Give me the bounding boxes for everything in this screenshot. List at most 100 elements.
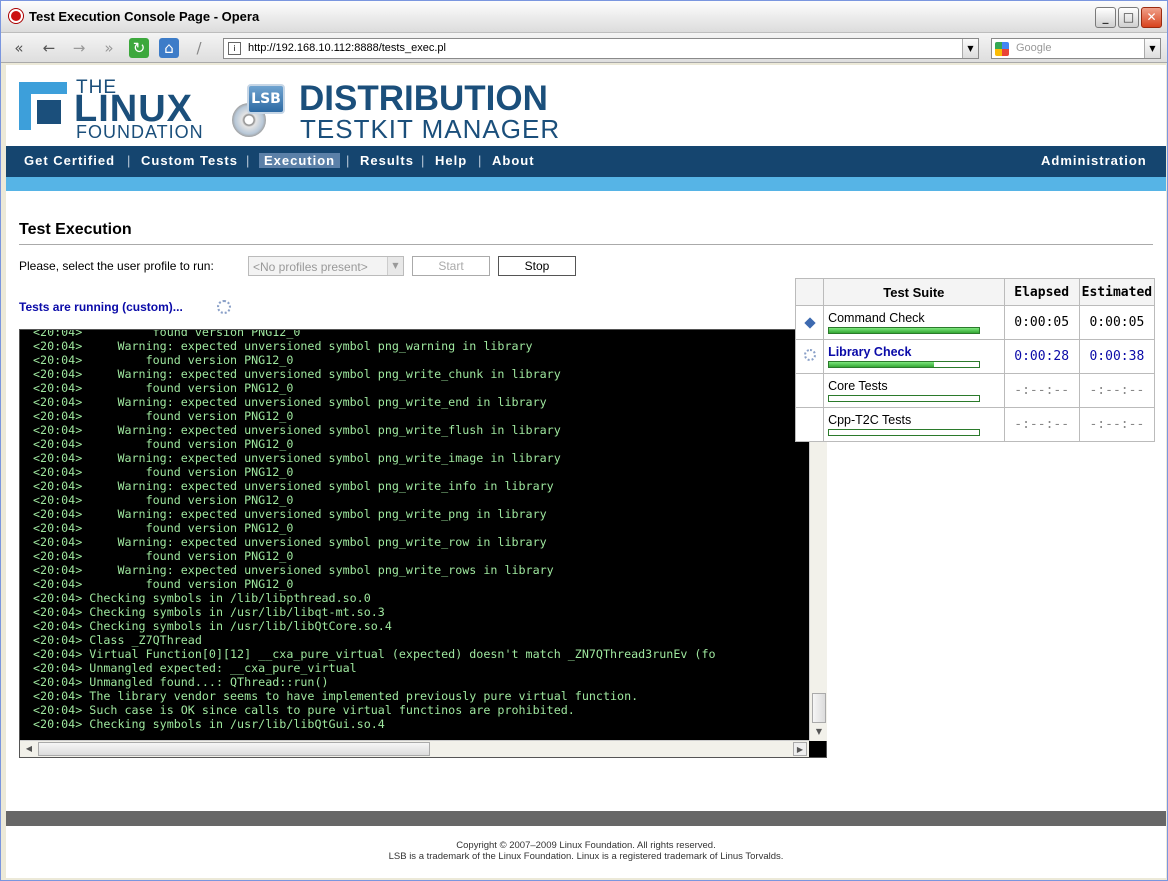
console-line: <20:04> found version PNG12_0: [33, 493, 294, 507]
console-line: <20:04> found version PNG12_0: [33, 521, 294, 535]
nav-help[interactable]: Help: [435, 153, 467, 168]
scroll-thumb[interactable]: [812, 693, 826, 723]
profile-label: Please, select the user profile to run:: [19, 259, 214, 273]
diamond-icon: [803, 317, 816, 329]
trademark-text: LSB is a trademark of the Linux Foundati…: [388, 851, 784, 862]
console-line: <20:04> The library vendor seems to have…: [33, 689, 639, 703]
console-line: <20:04> Warning: expected unversioned sy…: [33, 479, 554, 493]
console-line: <20:04> found version PNG12_0: [33, 577, 294, 591]
edit-icon[interactable]: /: [189, 38, 209, 58]
home-icon[interactable]: ⌂: [159, 38, 179, 58]
profile-select[interactable]: <No profiles present> ▼: [248, 256, 404, 276]
console-line: <20:04> found version PNG12_0: [33, 465, 294, 479]
console-line: <20:04> Warning: expected unversioned sy…: [33, 395, 547, 409]
spinner-icon: [803, 349, 816, 361]
page-title: Test Execution: [19, 221, 132, 238]
nav-about[interactable]: About: [492, 153, 535, 168]
console-line: <20:04> Warning: expected unversioned sy…: [33, 367, 561, 381]
nav-separator: |: [246, 153, 250, 168]
chevron-down-icon[interactable]: ▼: [387, 257, 403, 275]
console-line: <20:04> Warning: expected unversioned sy…: [33, 423, 561, 437]
close-button[interactable]: ✕: [1141, 7, 1162, 28]
console-line: <20:04> found version PNG12_0: [33, 549, 294, 563]
table-row: Cpp-T2C Tests -:--:-- -:--:--: [794, 407, 1156, 442]
address-bar[interactable]: i http://192.168.10.112:8888/tests_exec.…: [223, 38, 979, 59]
browser-toolbar: « ← → » ↻ ⌂ / i http://192.168.10.112:88…: [1, 33, 1167, 63]
page-viewport: THE LINUX FOUNDATION LSB DISTRIBUTION TE…: [6, 65, 1166, 878]
table-row: Command Check 0:00:05 0:00:05: [794, 305, 1156, 340]
window-title: Test Execution Console Page - Opera: [29, 9, 260, 24]
suite-name: Cpp-T2C Tests: [828, 413, 912, 427]
elapsed-value: -:--:--: [1003, 407, 1080, 442]
console-line: <20:04> Unmangled found...: QThread::run…: [33, 675, 329, 689]
console-line: <20:04> found version PNG12_0: [33, 381, 294, 395]
stop-button[interactable]: Stop: [498, 256, 576, 276]
estimated-value: -:--:--: [1078, 407, 1156, 442]
forward-icon[interactable]: →: [69, 38, 89, 58]
console-line: <20:04> Warning: expected unversioned sy…: [33, 451, 561, 465]
product-title-line1: DISTRIBUTION: [299, 79, 548, 118]
profile-select-value: <No profiles present>: [253, 260, 368, 274]
lsb-badge: LSB: [247, 84, 285, 114]
title-bar: Test Execution Console Page - Opera _ □ …: [1, 1, 1167, 33]
console-line: <20:04> found version PNG12_0: [33, 437, 294, 451]
console-output[interactable]: <20:04> found version PNG12_0 <20:04> War…: [19, 329, 827, 758]
search-input[interactable]: Google: [1016, 42, 1051, 54]
nav-separator: |: [346, 153, 350, 168]
footer-bar: [6, 811, 1166, 826]
scroll-left-icon[interactable]: ◀: [22, 742, 36, 756]
nav-administration[interactable]: Administration: [1041, 153, 1147, 168]
nav-execution[interactable]: Execution: [259, 153, 341, 168]
google-icon[interactable]: [995, 42, 1009, 56]
scroll-down-icon[interactable]: ▼: [812, 725, 826, 739]
progress-fill: [829, 328, 980, 333]
scroll-thumb[interactable]: [38, 742, 430, 756]
address-input[interactable]: http://192.168.10.112:8888/tests_exec.pl: [248, 42, 446, 54]
suite-name[interactable]: Library Check: [828, 345, 1000, 359]
console-line: <20:04> Such case is OK since calls to p…: [33, 703, 575, 717]
nav-get-certified[interactable]: Get Certified: [24, 153, 115, 168]
col-estimated: Estimated: [1078, 278, 1156, 306]
table-header-row: Test Suite Elapsed Estimated: [794, 278, 1156, 306]
console-horizontal-scrollbar[interactable]: ◀ ▶: [20, 740, 809, 757]
nav-custom-tests[interactable]: Custom Tests: [141, 153, 238, 168]
console-line: <20:04> Warning: expected unversioned sy…: [33, 563, 554, 577]
progress-bar: [828, 395, 981, 402]
chevron-down-icon[interactable]: ▼: [1144, 39, 1160, 58]
console-line: <20:04> found version PNG12_0: [33, 329, 301, 339]
col-elapsed: Elapsed: [1003, 278, 1080, 306]
console-line: <20:04> Warning: expected unversioned sy…: [33, 339, 533, 353]
run-status: Tests are running (custom)...: [19, 300, 183, 314]
estimated-value: -:--:--: [1078, 373, 1156, 408]
console-line: <20:04> Class _Z7QThread: [33, 633, 202, 647]
progress-bar: [828, 361, 981, 368]
opera-logo-icon: [9, 9, 23, 23]
console-line: <20:04> Checking symbols in /usr/lib/lib…: [33, 619, 392, 633]
maximize-button[interactable]: □: [1118, 7, 1139, 28]
progress-bar: [828, 429, 981, 436]
suite-name: Core Tests: [828, 379, 888, 393]
suite-name: Command Check: [828, 311, 925, 325]
chevron-down-icon[interactable]: ▼: [962, 39, 978, 58]
copyright-text: Copyright © 2007–2009 Linux Foundation. …: [456, 840, 716, 851]
rewind-icon[interactable]: «: [9, 38, 29, 58]
scroll-right-icon[interactable]: ▶: [793, 742, 807, 756]
nav-separator: |: [421, 153, 425, 168]
elapsed-value: 0:00:28: [1003, 339, 1080, 374]
console-line: <20:04> Warning: expected unversioned sy…: [33, 535, 547, 549]
table-row: Library Check 0:00:28 0:00:38: [794, 339, 1156, 374]
product-title-line2: TESTKIT MANAGER: [300, 114, 561, 144]
start-button[interactable]: Start: [412, 256, 490, 276]
search-box[interactable]: Google ▼: [991, 38, 1161, 59]
back-icon[interactable]: ←: [39, 38, 59, 58]
page-info-icon: i: [228, 42, 241, 55]
nav-results[interactable]: Results: [360, 153, 414, 168]
browser-window: Test Execution Console Page - Opera _ □ …: [0, 0, 1168, 881]
fast-forward-icon[interactable]: »: [99, 38, 119, 58]
console-line: <20:04> Checking symbols in /usr/lib/lib…: [33, 717, 385, 731]
console-line: <20:04> Warning: expected unversioned sy…: [33, 507, 547, 521]
minimize-button[interactable]: _: [1095, 7, 1116, 28]
reload-icon[interactable]: ↻: [129, 38, 149, 58]
console-line: <20:04> Virtual Function[0][12] __cxa_pu…: [33, 647, 716, 661]
test-suite-table: Test Suite Elapsed Estimated Command Che…: [794, 278, 1156, 442]
